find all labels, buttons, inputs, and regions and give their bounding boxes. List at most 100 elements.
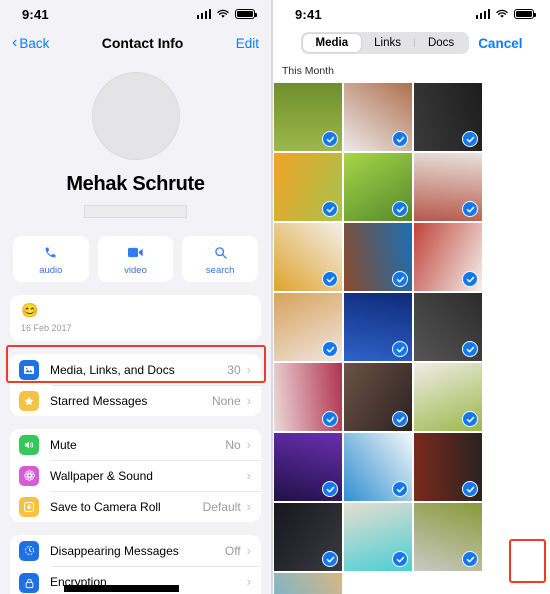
emoji-status-card[interactable]: 😊 16 Feb 2017 [10, 295, 261, 341]
photo-cell[interactable] [344, 293, 412, 361]
row-media-links-docs[interactable]: Media, Links, and Docs 30 › [10, 354, 261, 385]
download-icon [19, 496, 39, 517]
chevron-right-icon: › [246, 543, 251, 558]
status-date: 16 Feb 2017 [21, 323, 72, 333]
edit-button[interactable]: Edit [236, 36, 259, 51]
segmented-control-bar: Media Links Docs Cancel [273, 28, 550, 58]
photo-cell[interactable] [274, 83, 342, 151]
selected-checkmark-icon [392, 201, 408, 217]
selected-checkmark-icon [392, 271, 408, 287]
chevron-right-icon: › [246, 499, 251, 514]
photo-cell[interactable] [414, 83, 482, 151]
photo-grid [273, 83, 550, 594]
video-camera-icon [98, 244, 174, 261]
profile-header: Mehak Schrute [0, 58, 271, 218]
status-bar-left: 9:41 [0, 0, 271, 28]
selected-checkmark-icon [322, 341, 338, 357]
page-title: Contact Info [101, 35, 184, 51]
selected-checkmark-icon [462, 341, 478, 357]
section-header-this-month: This Month [273, 58, 550, 83]
cellular-bars-icon [475, 9, 490, 19]
photo-cell[interactable] [414, 503, 482, 571]
status-bar-right: 9:41 [273, 0, 550, 28]
photo-cell[interactable] [274, 433, 342, 501]
photo-cell[interactable] [274, 293, 342, 361]
redaction-mark-underline [64, 585, 179, 588]
row-mute[interactable]: Mute No › [10, 429, 261, 460]
selected-checkmark-icon [392, 551, 408, 567]
photo-cell[interactable] [344, 433, 412, 501]
media-group: Media, Links, and Docs 30 › Starred Mess… [10, 354, 261, 416]
tab-links[interactable]: Links [361, 34, 414, 52]
photo-icon [19, 359, 39, 380]
photo-cell[interactable] [344, 83, 412, 151]
disappearing-value: Off [224, 543, 241, 558]
cancel-button[interactable]: Cancel [478, 36, 522, 51]
photo-cell[interactable] [274, 223, 342, 291]
row-save-camera-roll[interactable]: Save to Camera Roll Default › [10, 491, 261, 522]
battery-icon [235, 9, 257, 19]
search-icon [182, 244, 258, 261]
search-label: search [205, 265, 235, 276]
photo-cell[interactable] [344, 153, 412, 221]
selected-checkmark-icon [322, 201, 338, 217]
photo-cell[interactable] [344, 503, 412, 571]
media-picker-screen: 9:41 Media Links Docs Cancel This Month [273, 0, 550, 594]
chevron-right-icon: › [246, 362, 251, 377]
selected-checkmark-icon [462, 551, 478, 567]
selected-checkmark-icon [392, 411, 408, 427]
back-label: Back [19, 35, 50, 51]
photo-cell[interactable] [414, 363, 482, 431]
photo-cell[interactable] [344, 363, 412, 431]
chevron-right-icon: › [246, 468, 251, 483]
tab-docs[interactable]: Docs [415, 34, 467, 52]
selected-checkmark-icon [392, 131, 408, 147]
speaker-icon [19, 434, 39, 455]
photo-cell[interactable] [414, 433, 482, 501]
tab-media[interactable]: Media [302, 34, 362, 52]
photo-cell[interactable] [344, 223, 412, 291]
settings-group: Mute No › Wallpaper & Sound › Save to Ca… [10, 429, 261, 522]
wallpaper-label: Wallpaper & Sound [50, 468, 153, 483]
selected-checkmark-icon [462, 201, 478, 217]
row-starred-messages[interactable]: Starred Messages None › [10, 385, 261, 416]
save-camera-roll-label: Save to Camera Roll [50, 499, 161, 514]
photo-cell[interactable] [274, 503, 342, 571]
mute-label: Mute [50, 437, 77, 452]
back-button[interactable]: ‹ Back [12, 35, 49, 51]
status-indicators [475, 9, 536, 19]
selected-checkmark-icon [462, 481, 478, 497]
selected-checkmark-icon [462, 131, 478, 147]
wifi-icon [496, 9, 508, 18]
disappearing-label: Disappearing Messages [50, 543, 179, 558]
save-camera-roll-value: Default [202, 499, 241, 514]
photo-cell[interactable] [414, 223, 482, 291]
selected-checkmark-icon [392, 341, 408, 357]
video-call-button[interactable]: video [97, 236, 174, 282]
audio-call-button[interactable]: audio [13, 236, 89, 282]
photo-cell[interactable] [414, 153, 482, 221]
media-count: 30 [227, 362, 241, 377]
redaction-mark [64, 588, 179, 592]
photo-cell[interactable] [274, 363, 342, 431]
photo-cell[interactable] [274, 153, 342, 221]
quick-actions: audio video search [0, 218, 271, 282]
segmented-control: Media Links Docs [300, 32, 470, 54]
photo-cell[interactable] [414, 293, 482, 361]
photo-cell[interactable] [274, 573, 342, 594]
lock-icon [19, 573, 39, 593]
row-disappearing-messages[interactable]: Disappearing Messages Off › [10, 535, 261, 566]
selected-checkmark-icon [392, 481, 408, 497]
row-wallpaper-sound[interactable]: Wallpaper & Sound › [10, 460, 261, 491]
avatar[interactable] [91, 72, 180, 160]
status-indicators [196, 9, 257, 19]
media-label: Media, Links, and Docs [50, 362, 175, 377]
selected-checkmark-icon [322, 271, 338, 287]
selected-checkmark-icon [322, 411, 338, 427]
starred-value: None [211, 393, 241, 408]
selected-checkmark-icon [462, 271, 478, 287]
redacted-phone-number [84, 205, 187, 218]
search-button[interactable]: search [182, 236, 259, 282]
chevron-right-icon: › [246, 437, 251, 452]
video-label: video [124, 265, 147, 276]
